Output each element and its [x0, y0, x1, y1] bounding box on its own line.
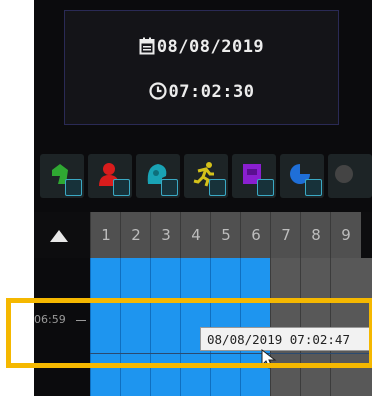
- filter-face-button[interactable]: [136, 154, 180, 198]
- check-icon: [257, 179, 274, 196]
- event-filter-row: [34, 150, 372, 202]
- channel-9-header[interactable]: 9: [330, 212, 361, 258]
- channel-4-header[interactable]: 4: [180, 212, 211, 258]
- channel-8-header[interactable]: 8: [300, 212, 331, 258]
- time-display: 07:02:30: [65, 82, 338, 102]
- channel-3-header[interactable]: 3: [150, 212, 181, 258]
- filter-running-button[interactable]: [184, 154, 228, 198]
- time-value: 07:02:30: [168, 82, 255, 102]
- channel-6-header[interactable]: 6: [240, 212, 271, 258]
- date-value: 08/08/2019: [156, 37, 265, 57]
- channel-1-header[interactable]: 1: [90, 212, 121, 258]
- filter-more-button[interactable]: [328, 154, 372, 198]
- clock-icon: [148, 82, 167, 100]
- filter-icon: [335, 165, 353, 183]
- filter-object-button[interactable]: [232, 154, 276, 198]
- channel-header: 1 2 3 4 5 6 7 8 9: [34, 212, 372, 258]
- date-display: 08/08/2019: [65, 37, 338, 57]
- check-icon: [113, 179, 130, 196]
- filter-motion-button[interactable]: [40, 154, 84, 198]
- filter-vehicle-button[interactable]: [280, 154, 324, 198]
- channel-2-header[interactable]: 2: [120, 212, 151, 258]
- check-icon: [209, 179, 226, 196]
- calendar-icon: [139, 37, 155, 55]
- highlight-annotation-box: [6, 298, 372, 368]
- channel-5-header[interactable]: 5: [210, 212, 241, 258]
- datetime-panel: 08/08/2019 07:02:30: [64, 10, 339, 125]
- filter-person-button[interactable]: [88, 154, 132, 198]
- check-icon: [305, 179, 322, 196]
- check-icon: [65, 179, 82, 196]
- check-icon: [161, 179, 178, 196]
- channel-7-header[interactable]: 7: [270, 212, 301, 258]
- scroll-up-arrow-icon[interactable]: [48, 224, 70, 246]
